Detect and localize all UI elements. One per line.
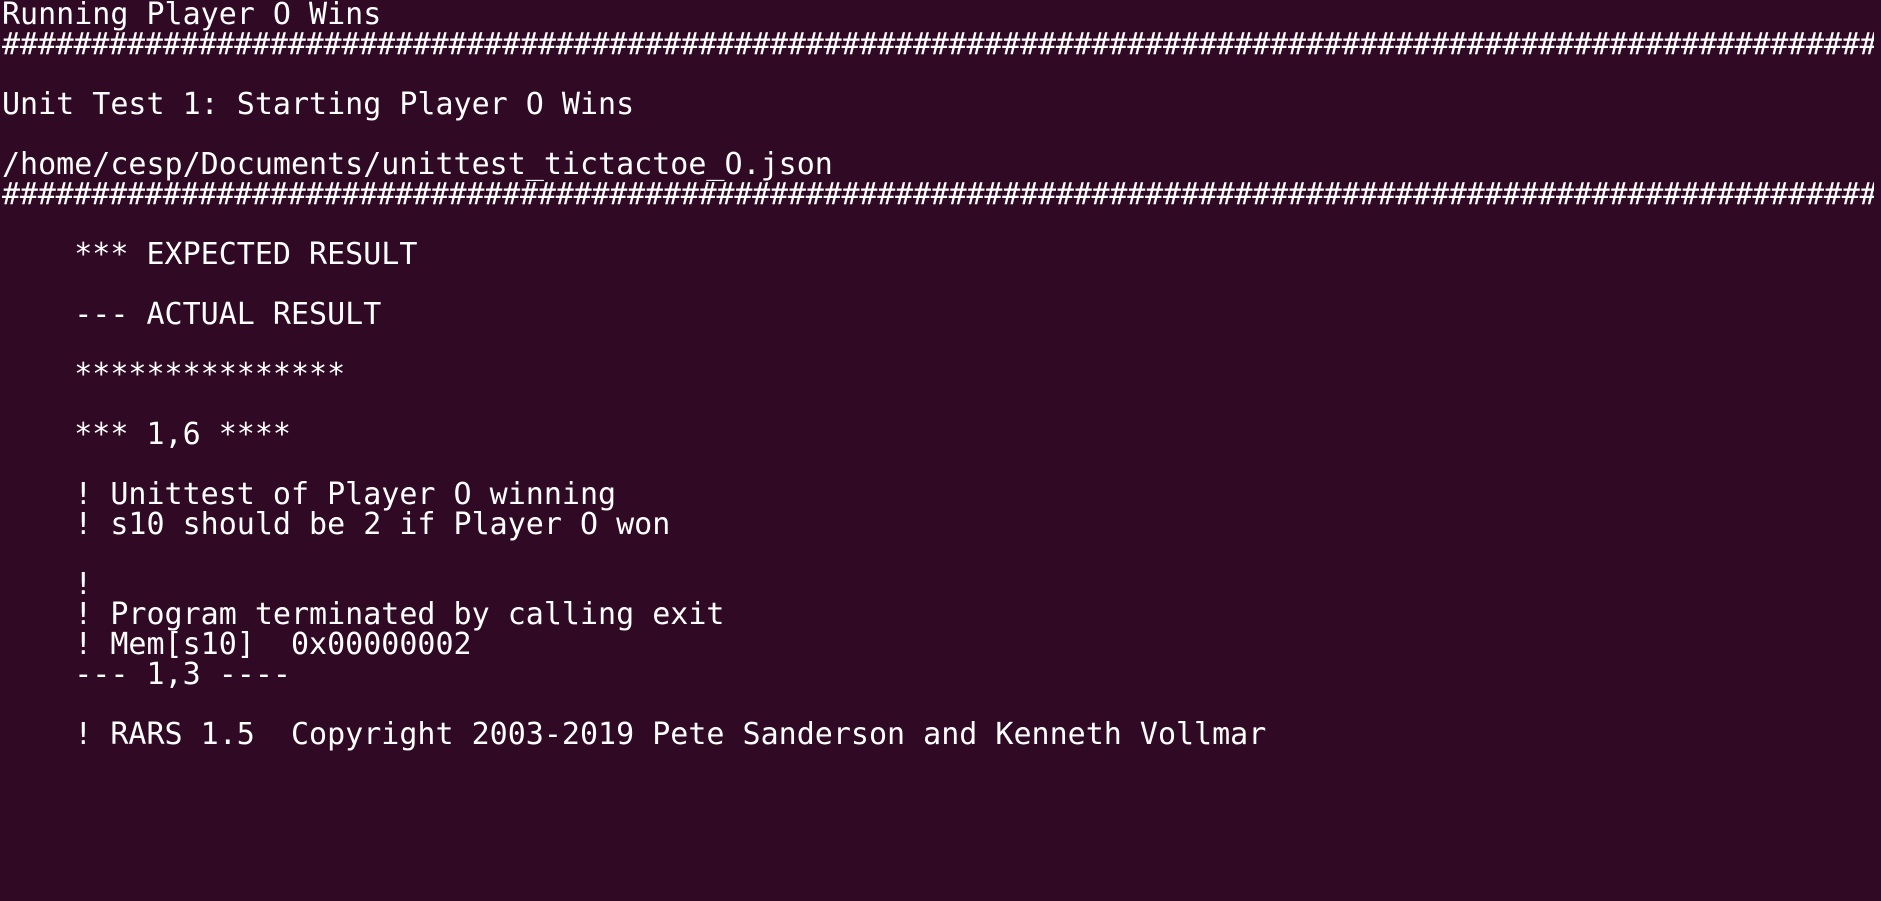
terminal-window[interactable]: Running Player O Wins ##################… (0, 0, 1881, 901)
terminal-line-expected-result: *** EXPECTED RESULT (2, 237, 418, 272)
terminal-line-actual-result: --- ACTUAL RESULT (2, 297, 382, 332)
terminal-line-unit-test-title: Unit Test 1: Starting Player O Wins (2, 87, 635, 122)
terminal-line-actual-range: --- 1,3 ---- (2, 657, 291, 692)
terminal-line-separator: ########################################… (2, 27, 1874, 62)
terminal-line-separator: ########################################… (2, 177, 1874, 212)
terminal-line-asterisk-divider: *************** (2, 357, 346, 392)
terminal-line-expected-range: *** 1,6 **** (2, 417, 291, 452)
terminal-line-s10-expectation: ! s10 should be 2 if Player O won (2, 507, 671, 542)
terminal-line-rars-copyright: ! RARS 1.5 Copyright 2003-2019 Pete Sand… (2, 717, 1267, 752)
